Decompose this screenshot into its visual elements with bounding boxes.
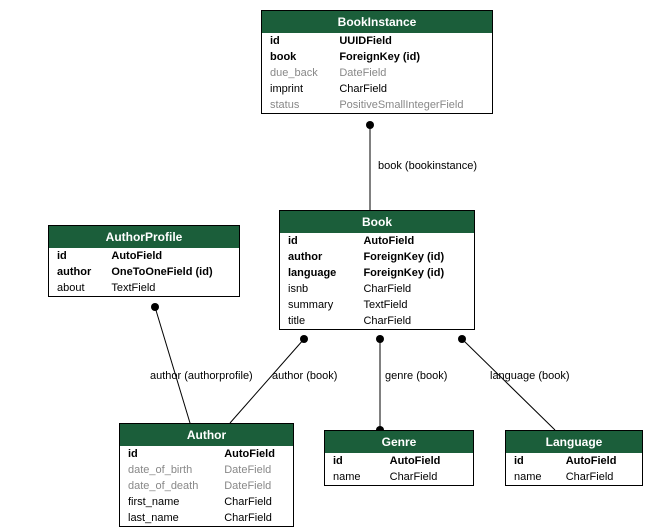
field-type: CharField xyxy=(359,281,474,297)
field-type: AutoField xyxy=(386,453,473,469)
field-name: last_name xyxy=(120,510,220,526)
entity-fields: idAutoField authorForeignKey (id) langua… xyxy=(280,233,474,329)
entity-language: Language idAutoField nameCharField xyxy=(505,430,643,486)
field-name: isnb xyxy=(280,281,359,297)
edge-label-genre-book: genre (book) xyxy=(385,370,447,382)
field-type: DateField xyxy=(220,462,293,478)
field-name: imprint xyxy=(262,81,335,97)
entity-title: Author xyxy=(120,424,293,446)
entity-title: Genre xyxy=(325,431,473,453)
entity-author: Author idAutoField date_of_birthDateFiel… xyxy=(119,423,294,527)
field-type: DateField xyxy=(335,65,492,81)
edge-label-language-book: language (book) xyxy=(490,370,570,382)
field-type: UUIDField xyxy=(335,33,492,49)
entity-title: Book xyxy=(280,211,474,233)
field-name: first_name xyxy=(120,494,220,510)
field-name: name xyxy=(506,469,562,485)
field-name: id xyxy=(262,33,335,49)
field-name: status xyxy=(262,97,335,113)
field-type: AutoField xyxy=(220,446,293,462)
field-name: about xyxy=(49,280,107,296)
entity-fields: idUUIDField bookForeignKey (id) due_back… xyxy=(262,33,492,113)
field-name: summary xyxy=(280,297,359,313)
field-name: id xyxy=(280,233,359,249)
field-name: book xyxy=(262,49,335,65)
entity-fields: idAutoField nameCharField xyxy=(506,453,642,485)
entity-fields: idAutoField nameCharField xyxy=(325,453,473,485)
edge-label-author-authorprofile: author (authorprofile) xyxy=(150,370,253,382)
entity-genre: Genre idAutoField nameCharField xyxy=(324,430,474,486)
field-type: TextField xyxy=(107,280,239,296)
field-type: AutoField xyxy=(107,248,239,264)
field-type: AutoField xyxy=(359,233,474,249)
field-name: title xyxy=(280,313,359,329)
entity-fields: idAutoField date_of_birthDateField date_… xyxy=(120,446,293,526)
field-name: id xyxy=(325,453,386,469)
field-type: CharField xyxy=(220,510,293,526)
entity-authorprofile: AuthorProfile idAutoField authorOneToOne… xyxy=(48,225,240,297)
edge-label-author-book: author (book) xyxy=(272,370,337,382)
field-type: CharField xyxy=(359,313,474,329)
field-name: id xyxy=(506,453,562,469)
entity-fields: idAutoField authorOneToOneField (id) abo… xyxy=(49,248,239,296)
entity-bookinstance: BookInstance idUUIDField bookForeignKey … xyxy=(261,10,493,114)
entity-title: Language xyxy=(506,431,642,453)
field-name: date_of_birth xyxy=(120,462,220,478)
field-type: CharField xyxy=(335,81,492,97)
field-type: PositiveSmallIntegerField xyxy=(335,97,492,113)
edge-label-bookinstance-book: book (bookinstance) xyxy=(378,160,477,172)
field-name: language xyxy=(280,265,359,281)
entity-title: BookInstance xyxy=(262,11,492,33)
field-type: ForeignKey (id) xyxy=(359,249,474,265)
entity-title: AuthorProfile xyxy=(49,226,239,248)
field-type: OneToOneField (id) xyxy=(107,264,239,280)
field-type: DateField xyxy=(220,478,293,494)
field-name: id xyxy=(120,446,220,462)
field-type: ForeignKey (id) xyxy=(359,265,474,281)
field-name: date_of_death xyxy=(120,478,220,494)
field-type: CharField xyxy=(562,469,642,485)
field-type: AutoField xyxy=(562,453,642,469)
entity-book: Book idAutoField authorForeignKey (id) l… xyxy=(279,210,475,330)
field-name: author xyxy=(280,249,359,265)
field-type: ForeignKey (id) xyxy=(335,49,492,65)
field-name: name xyxy=(325,469,386,485)
field-type: CharField xyxy=(386,469,473,485)
field-type: TextField xyxy=(359,297,474,313)
field-name: due_back xyxy=(262,65,335,81)
field-name: id xyxy=(49,248,107,264)
field-name: author xyxy=(49,264,107,280)
field-type: CharField xyxy=(220,494,293,510)
